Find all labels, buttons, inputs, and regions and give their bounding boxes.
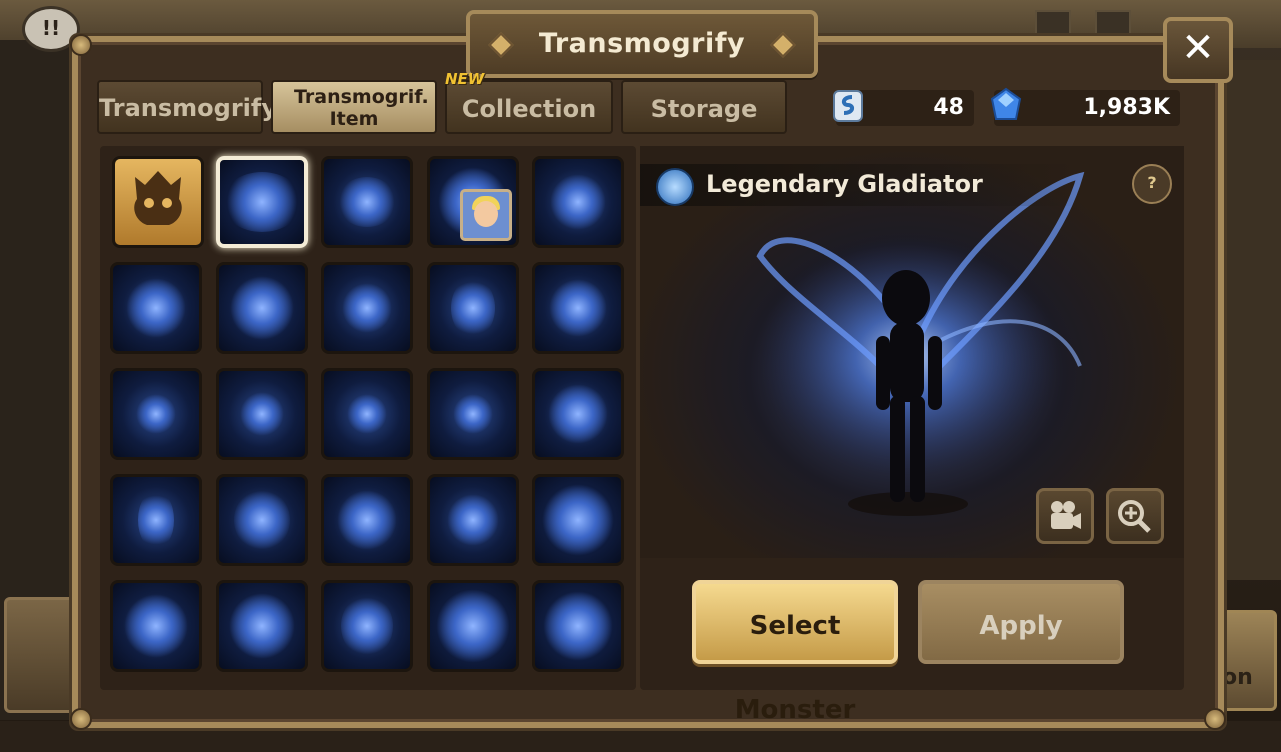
effect-slot[interactable] <box>532 580 624 672</box>
effect-slot[interactable] <box>427 474 519 566</box>
preview-area: Legendary Gladiator ? Select Monster App… <box>640 146 1184 725</box>
wind-element-icon <box>656 168 694 206</box>
right-background <box>1221 60 1281 580</box>
tab-label: Transmogrif. Item <box>294 86 429 130</box>
bottom-left-button[interactable] <box>4 597 80 713</box>
effect-slot[interactable] <box>216 262 308 354</box>
effect-slot[interactable] <box>110 474 202 566</box>
close-button[interactable]: ✕ <box>1163 17 1233 83</box>
effect-slot[interactable] <box>216 368 308 460</box>
effect-slot-selected[interactable] <box>216 156 308 248</box>
crystal-count: 1,983K <box>1083 95 1170 120</box>
corner-ornament <box>70 708 92 730</box>
corner-ornament <box>1204 708 1226 730</box>
tab-transmogrify[interactable]: Transmogrify <box>97 80 277 134</box>
scroll-currency: 48 <box>833 90 974 126</box>
crystal-currency: 1,983K <box>990 87 1180 126</box>
effect-slot[interactable] <box>427 368 519 460</box>
transmog-scroll-icon <box>833 90 863 122</box>
effect-slot[interactable] <box>216 580 308 672</box>
zoom-button[interactable] <box>1106 488 1164 544</box>
remove-effect-icon <box>134 171 182 225</box>
effect-slot[interactable] <box>321 368 413 460</box>
effect-slot[interactable] <box>110 580 202 672</box>
video-button[interactable] <box>1036 488 1094 544</box>
effect-slot[interactable] <box>532 474 624 566</box>
effect-slot[interactable] <box>427 262 519 354</box>
monster-portrait-icon <box>460 189 512 241</box>
apply-button[interactable]: Apply <box>918 580 1124 664</box>
effect-slot[interactable] <box>216 474 308 566</box>
effect-slot[interactable] <box>532 368 624 460</box>
effect-slot[interactable] <box>532 262 624 354</box>
preview-stage: Legendary Gladiator ? <box>640 146 1184 558</box>
effect-slot-assigned[interactable] <box>427 156 519 248</box>
effect-slot[interactable] <box>321 580 413 672</box>
effect-slot[interactable] <box>110 368 202 460</box>
help-button[interactable]: ? <box>1132 164 1172 204</box>
corner-ornament <box>70 34 92 56</box>
effect-slot[interactable] <box>427 580 519 672</box>
tab-collection[interactable]: Collection <box>445 80 613 134</box>
select-monster-button[interactable]: Select Monster <box>692 580 898 725</box>
monster-name-bar: Legendary Gladiator <box>640 164 1080 206</box>
new-badge: NEW <box>445 70 485 88</box>
monster-silhouette <box>876 270 942 502</box>
crystal-icon <box>990 87 1022 120</box>
tab-transmogrif-item[interactable]: Transmogrif. Item <box>271 80 437 134</box>
scroll-count: 48 <box>933 95 964 120</box>
title-plate: Transmogrify <box>466 10 818 78</box>
tab-storage[interactable]: Storage <box>621 80 787 134</box>
zoom-in-icon <box>1118 500 1151 533</box>
effect-slot[interactable] <box>110 262 202 354</box>
effect-slot[interactable] <box>321 474 413 566</box>
effect-slot[interactable] <box>532 156 624 248</box>
video-camera-icon <box>1051 501 1081 529</box>
unequip-slot[interactable] <box>112 156 204 248</box>
monster-name: Legendary Gladiator <box>706 170 983 198</box>
effect-slot[interactable] <box>321 262 413 354</box>
bottom-right-label: on <box>1222 665 1253 690</box>
effect-slot[interactable] <box>321 156 413 248</box>
panel-title: Transmogrify <box>538 28 746 59</box>
